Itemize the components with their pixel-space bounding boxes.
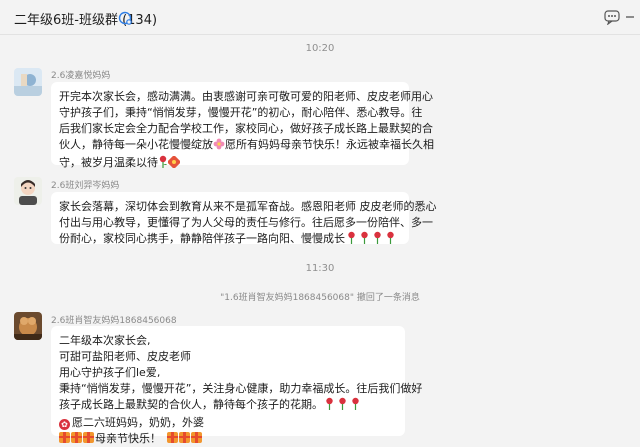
pink-flower-emoji-icon — [213, 138, 225, 155]
red-flower-emoji-icon: ✿ — [59, 419, 70, 430]
message-text: 伙人，静待每一朵小花慢慢绽放 — [59, 138, 213, 151]
rose-emoji-icon — [384, 231, 397, 249]
message-text: 孩子成长路上最默契的合伙人，静待每个孩子的花期。 — [59, 398, 323, 411]
rose-emoji-icon — [323, 397, 336, 415]
gift-emoji-icon — [191, 432, 202, 443]
message-text: 愿二六班妈妈，奶奶，外婆 — [72, 416, 204, 429]
chat-title[interactable]: 二年级6班-班级群 (134) — [14, 9, 157, 28]
message-line: 秉持“悄悄发芽，慢慢开花”，关注身心健康，助力幸福成长。往后我们做好 — [59, 382, 423, 395]
rose-emoji-icon — [158, 155, 168, 173]
rose-emoji-icon — [358, 231, 371, 249]
timestamp: 11:30 — [305, 263, 335, 274]
message-line-mixed: 孩子成长路上最默契的合伙人，静待每个孩子的花期。 — [59, 397, 397, 415]
rose-emoji-icon — [349, 397, 362, 415]
avatar[interactable] — [14, 177, 42, 205]
message-line-mixed: ✿ 愿二六班妈妈，奶奶，外婆 — [59, 415, 397, 431]
recall-notice: "1.6班肖智友妈妈1868456068" 撤回了一条消息 — [220, 293, 420, 303]
more-options-icon[interactable] — [604, 9, 620, 29]
message-bubble[interactable]: 家长会落幕，深切体会到教育从来不是孤军奋战。感恩阳老师 皮皮老师的悉心 付出与用… — [51, 192, 437, 245]
group-chat-icon[interactable] — [118, 10, 132, 29]
message-line-mixed: 份耐心，家校同心携手，静静陪伴孩子一路向阳、慢慢成长 — [59, 231, 401, 249]
message-line: 守护孩子们，秉持“悄悄发芽，慢慢开花”的初心，耐心陪伴、悉心教导。往 — [59, 106, 423, 119]
minimize-icon[interactable] — [625, 9, 635, 29]
gift-emoji-icon — [59, 432, 70, 443]
rose-emoji-icon — [371, 231, 384, 249]
avatar[interactable] — [14, 68, 42, 96]
message-line-mixed: 伙人，静待每一朵小花慢慢绽放 愿所有妈妈母亲节快乐！永远被幸福长久相 — [59, 137, 434, 155]
sender-name[interactable]: 2.6凌嘉悦妈妈 — [51, 68, 110, 81]
message-text: 守，被岁月温柔以待 — [59, 156, 158, 169]
avatar[interactable] — [14, 312, 42, 340]
red-envelope-emoji-icon — [167, 155, 181, 173]
message-line-mixed: 母亲节快乐！ — [59, 431, 397, 447]
message-line-mixed: 守，被岁月温柔以待 — [59, 155, 401, 173]
message-text: 母亲节快乐！ — [95, 432, 161, 445]
message-line: 开完本次家长会，感动满满。由衷感谢可亲可敬可爱的阳老师、皮皮老师用心 — [59, 90, 433, 103]
gift-emoji-icon — [179, 432, 190, 443]
message-line: 后我们家长定会全力配合学校工作，家校同心，做好孩子成长路上最默契的合 — [59, 122, 433, 135]
message-text: 愿所有妈妈母亲节快乐！永远被幸福长久相 — [225, 138, 434, 151]
gift-emoji-icon — [71, 432, 82, 443]
gift-emoji-icon — [83, 432, 94, 443]
timestamp: 10:20 — [305, 43, 335, 54]
sender-name[interactable]: 2.6班刘羿岑妈妈 — [51, 178, 119, 191]
chat-header: 二年级6班-班级群 (134) — [0, 0, 640, 35]
message-line: 二年级本次家长会, — [59, 334, 151, 347]
rose-emoji-icon — [345, 231, 358, 249]
sender-name[interactable]: 2.6班肖智友妈妈1868456068 — [51, 313, 177, 326]
message-line: 家长会落幕，深切体会到教育从来不是孤军奋战。感恩阳老师 皮皮老师的悉心 — [59, 200, 437, 213]
gift-emoji-icon — [167, 432, 178, 443]
message-line: 用心守护孩子们le爱, — [59, 366, 161, 379]
rose-emoji-icon — [336, 397, 349, 415]
message-line: 付出与用心教导，更懂得了为人父母的责任与修行。往后愿多一份陪伴、多一 — [59, 216, 433, 229]
message-line: 可甜可盐阳老师、皮皮老师 — [59, 350, 191, 363]
message-bubble[interactable]: 开完本次家长会，感动满满。由衷感谢可亲可敬可爱的阳老师、皮皮老师用心 守护孩子们… — [51, 82, 434, 169]
message-text: 份耐心，家校同心携手，静静陪伴孩子一路向阳、慢慢成长 — [59, 232, 345, 245]
message-bubble[interactable]: 二年级本次家长会, 可甜可盐阳老师、皮皮老师 用心守护孩子们le爱, 秉持“悄悄… — [51, 326, 423, 445]
